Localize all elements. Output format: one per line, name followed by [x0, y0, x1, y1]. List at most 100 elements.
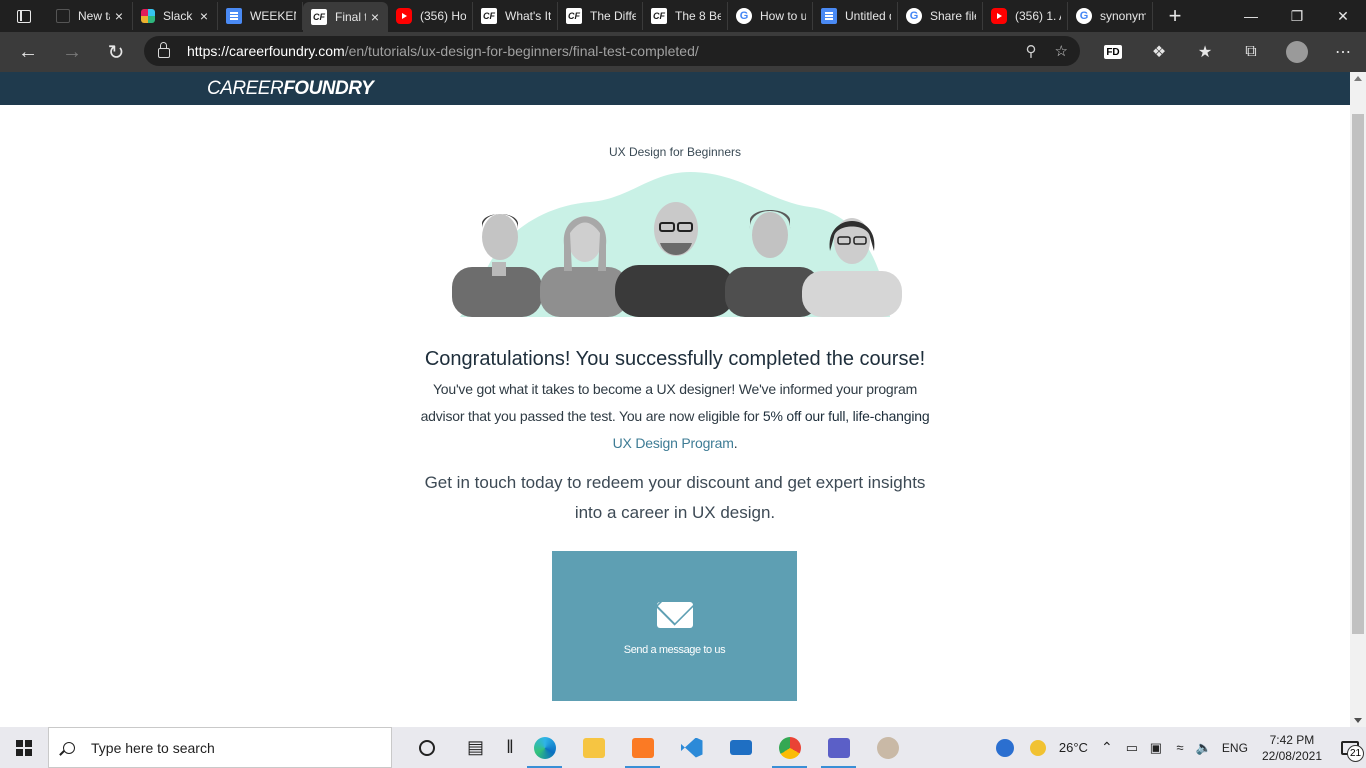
vscode-icon[interactable]: [667, 727, 716, 768]
news-icon: [56, 9, 70, 23]
ux-design-program-link[interactable]: UX Design Program: [613, 435, 734, 451]
favorites-icon[interactable]: ★: [1182, 32, 1228, 72]
meet-now-icon[interactable]: ▣: [1144, 727, 1168, 768]
wifi-icon[interactable]: ≈: [1168, 727, 1192, 768]
google-icon: G: [1076, 8, 1092, 24]
extensions-icon[interactable]: ❖: [1136, 32, 1182, 72]
tab-title: WEEKEND: [250, 9, 296, 23]
mail-icon[interactable]: [716, 727, 765, 768]
start-button[interactable]: [0, 727, 48, 768]
notification-badge: 21: [1347, 745, 1364, 762]
window-controls: — ❐ ✕: [1228, 0, 1366, 32]
taskbar-search-input[interactable]: Type here to search: [48, 727, 392, 768]
careerfoundry-icon: CF: [651, 8, 667, 24]
browser-toolbar: ← → ↻ https://careerfoundry.com/en/tutor…: [0, 32, 1366, 72]
clock[interactable]: 7:42 PM 22/08/2021: [1262, 732, 1322, 764]
paint-icon[interactable]: [863, 727, 912, 768]
careerfoundry-icon: CF: [311, 9, 327, 25]
back-icon[interactable]: ←: [6, 32, 50, 72]
browser-tab[interactable]: G How to u: [728, 2, 813, 30]
chrome-icon[interactable]: [765, 727, 814, 768]
new-tab-button[interactable]: +: [1157, 0, 1193, 32]
notification-center-icon[interactable]: 21: [1334, 727, 1366, 768]
browser-tab[interactable]: WEEKEND: [218, 2, 303, 30]
tab-close-icon[interactable]: ×: [112, 8, 126, 24]
page-title: Congratulations! You successfully comple…: [424, 348, 926, 370]
tab-title: Slack: [163, 9, 193, 23]
browser-tab[interactable]: Slack ×: [133, 2, 218, 30]
google-icon: G: [906, 8, 922, 24]
refresh-icon[interactable]: ↻: [94, 32, 138, 72]
address-bar[interactable]: https://careerfoundry.com/en/tutorials/u…: [144, 36, 1080, 66]
file-explorer-icon[interactable]: [569, 727, 618, 768]
xampp-icon[interactable]: [618, 727, 667, 768]
scroll-up-icon[interactable]: [1354, 76, 1362, 81]
page-scrollbar[interactable]: [1350, 72, 1366, 727]
browser-tab-strip: New tab×Slack×WEEKENDCFFinal test×(356) …: [0, 0, 1366, 32]
page-viewport: CAREERFOUNDRY UX Design for Beginners Co…: [0, 72, 1350, 727]
zoom-icon[interactable]: ⚲: [1026, 42, 1037, 60]
send-message-button[interactable]: Send a message to us: [552, 551, 797, 701]
google-docs-icon: [226, 8, 242, 24]
cortana-icon[interactable]: [402, 727, 451, 768]
clock-date: 22/08/2021: [1261, 748, 1322, 763]
volume-icon[interactable]: 🔈: [1192, 727, 1216, 768]
browser-tab[interactable]: Gsynonym: [1068, 2, 1153, 30]
course-name: UX Design for Beginners: [608, 145, 742, 159]
browser-tab[interactable]: New tab×: [48, 2, 133, 30]
search-placeholder: Type here to search: [91, 739, 215, 756]
browser-tab[interactable]: (356) How: [388, 2, 473, 30]
tab-title: (356) 1. A: [1015, 9, 1061, 23]
tab-title: synonym: [1100, 9, 1146, 23]
show-hidden-icons-icon[interactable]: ⌃: [1094, 727, 1120, 768]
restore-icon[interactable]: ❐: [1274, 0, 1320, 32]
careerfoundry-logo[interactable]: CAREERFOUNDRY: [207, 78, 374, 100]
browser-tab[interactable]: CF What's It: [473, 2, 558, 30]
collections-icon[interactable]: ⧉: [1228, 32, 1274, 72]
browser-tab[interactable]: G Share file: [898, 2, 983, 30]
tab-actions-icon[interactable]: [0, 0, 48, 32]
close-window-icon[interactable]: ✕: [1320, 0, 1366, 32]
cta-text: Get in touch today to redeem your discou…: [424, 473, 926, 522]
forward-icon[interactable]: →: [50, 32, 94, 72]
browser-tab[interactable]: CF The Diffe: [558, 2, 643, 30]
taskbar-divider-icon: ‖: [506, 737, 514, 757]
teams-icon[interactable]: [814, 727, 863, 768]
browser-tab[interactable]: CF The 8 Be: [643, 2, 728, 30]
more-menu-icon[interactable]: ⋯: [1320, 32, 1366, 72]
minimize-icon[interactable]: —: [1228, 0, 1274, 32]
slack-icon: [141, 9, 155, 23]
tab-title: The 8 Be: [675, 9, 721, 23]
system-tray: 26°C ⌃ ▭ ▣ ≈ 🔈 ENG 7:42 PM 22/08/2021 21: [987, 727, 1366, 768]
browser-tab[interactable]: CF Final test×: [303, 2, 388, 32]
scroll-down-icon[interactable]: [1354, 718, 1362, 723]
tab-close-icon[interactable]: ×: [368, 9, 382, 25]
weather-temp[interactable]: 26°C: [1059, 740, 1088, 755]
fd-extension-icon[interactable]: FD: [1090, 32, 1136, 72]
tab-title: The Diffe: [590, 9, 636, 23]
browser-tab[interactable]: Untitled d: [813, 2, 898, 30]
weather-moon-icon[interactable]: [1023, 727, 1053, 768]
windows-taskbar: Type here to search ▤ ‖ 26°C ⌃ ▭ ▣ ≈ 🔈 E…: [0, 727, 1366, 768]
search-icon: [63, 741, 75, 754]
edge-icon[interactable]: [520, 727, 569, 768]
battery-icon[interactable]: ▭: [1120, 727, 1144, 768]
scrollbar-thumb[interactable]: [1352, 114, 1364, 634]
envelope-icon: [656, 602, 693, 628]
google-docs-icon: [821, 8, 837, 24]
windows-logo-icon: [16, 739, 32, 756]
help-icon[interactable]: [987, 727, 1023, 768]
tab-close-icon[interactable]: ×: [197, 8, 211, 24]
add-favorite-icon[interactable]: ☆: [1055, 42, 1068, 60]
careerfoundry-icon: CF: [481, 8, 497, 24]
mentors-hero-image: [452, 172, 902, 317]
language-indicator[interactable]: ENG: [1222, 741, 1248, 755]
task-view-icon[interactable]: ▤: [451, 727, 500, 768]
browser-tab[interactable]: (356) 1. A: [983, 2, 1068, 30]
youtube-icon: [991, 8, 1007, 24]
send-message-label: Send a message to us: [623, 644, 726, 656]
lock-icon[interactable]: [158, 42, 170, 58]
tab-list: New tab×Slack×WEEKENDCFFinal test×(356) …: [48, 0, 1153, 32]
url-text[interactable]: https://careerfoundry.com/en/tutorials/u…: [187, 43, 699, 59]
profile-avatar-icon[interactable]: [1274, 32, 1320, 72]
